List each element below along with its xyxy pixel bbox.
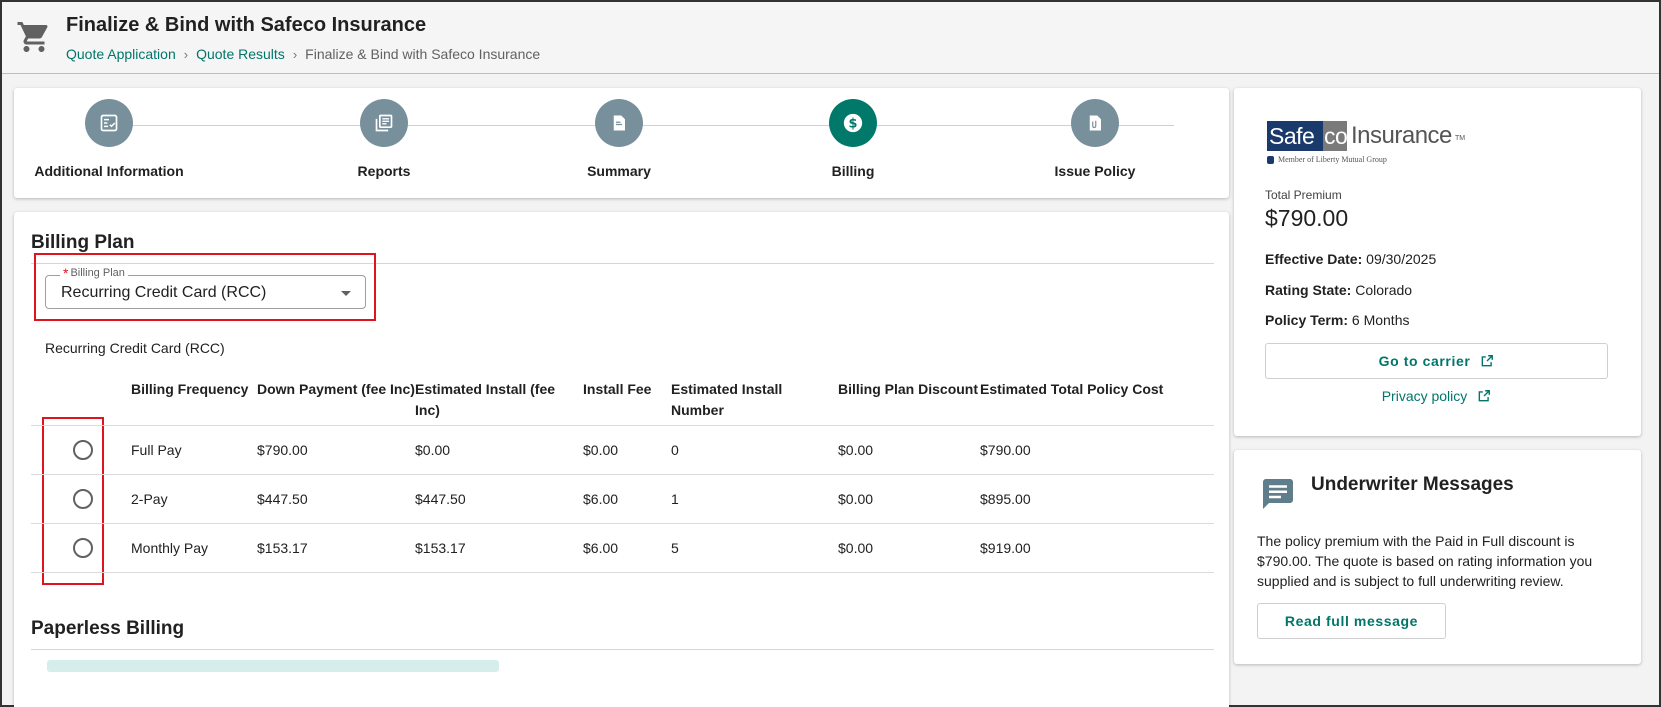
table-cell: $0.00 — [415, 424, 583, 474]
column-header: Estimated Install Number — [671, 381, 783, 418]
step-billing[interactable]: $ Billing — [753, 99, 953, 179]
table-cell: $447.50 — [257, 473, 415, 523]
underwriter-message-text: The policy premium with the Paid in Full… — [1257, 533, 1593, 589]
table-cell: $153.17 — [415, 522, 583, 573]
svg-text:$: $ — [849, 117, 858, 132]
read-full-message-button[interactable]: Read full message — [1257, 603, 1446, 639]
column-header: Estimated Install (fee Inc) — [415, 381, 556, 418]
paperless-billing-title: Paperless Billing — [31, 618, 185, 639]
column-header-select — [31, 371, 131, 425]
select-value: Recurring Credit Card (RCC) — [61, 284, 267, 301]
table-cell: 0 — [671, 424, 838, 474]
table-cell: $6.00 — [583, 473, 671, 523]
table-cell: 5 — [671, 522, 838, 573]
step-summary[interactable]: Summary — [519, 99, 719, 179]
column-header: Down Payment (fee Inc) — [257, 381, 415, 397]
breadcrumb-current: Finalize & Bind with Safeco Insurance — [305, 46, 541, 62]
table-cell: 1 — [671, 473, 838, 523]
table-cell: Monthly Pay — [131, 522, 257, 573]
caret-down-icon — [341, 291, 351, 296]
policy-term: Policy Term: 6 Months — [1265, 312, 1410, 328]
page-title: Finalize & Bind with Safeco Insurance — [66, 14, 427, 36]
radio-full-pay[interactable] — [73, 439, 93, 460]
table-row: Monthly Pay $153.17 $153.17 $6.00 5 $0.0… — [31, 522, 1214, 573]
table-cell: $153.17 — [257, 522, 415, 573]
column-header: Install Fee — [583, 381, 652, 397]
step-additional-information[interactable]: Additional Information — [9, 99, 209, 179]
document-icon — [595, 99, 643, 147]
radio-2-pay[interactable] — [73, 488, 93, 509]
underwriter-messages-title: Underwriter Messages — [1311, 474, 1514, 495]
billing-card: Billing Plan * Billing Plan Recurring Cr… — [14, 212, 1229, 707]
external-link-icon — [1482, 355, 1494, 367]
column-header: Billing Plan Discount — [838, 381, 979, 397]
safeco-logo: Safe co Insurance TM Member of Liberty M… — [1267, 121, 1467, 171]
page-header: Finalize & Bind with Safeco Insurance Qu… — [2, 2, 1659, 74]
billing-options-table: Billing Frequency Down Payment (fee Inc)… — [31, 371, 1214, 573]
table-cell: $895.00 — [980, 473, 1214, 523]
table-cell: $790.00 — [257, 424, 415, 474]
radio-monthly-pay[interactable] — [73, 537, 93, 558]
rating-state: Rating State: Colorado — [1265, 282, 1413, 298]
step-label: Reports — [357, 163, 411, 179]
stepper: Additional Information Reports Summary $… — [14, 88, 1229, 198]
required-asterisk: * — [63, 264, 69, 281]
step-label: Summary — [587, 163, 651, 179]
paperless-option-strip — [47, 660, 499, 672]
total-premium-value: $790.00 — [1265, 205, 1349, 231]
table-header-row: Billing Frequency Down Payment (fee Inc)… — [31, 371, 1214, 425]
step-reports[interactable]: Reports — [284, 99, 484, 179]
table-cell: $447.50 — [415, 473, 583, 523]
divider — [31, 649, 1214, 650]
table-cell: $0.00 — [583, 424, 671, 474]
step-issue-policy[interactable]: Issue Policy — [995, 99, 1195, 179]
checklist-icon — [85, 99, 133, 147]
step-label: Billing — [831, 163, 875, 179]
message-icon — [1263, 479, 1293, 509]
billing-plan-title: Billing Plan — [31, 232, 135, 253]
logo-co: co — [1324, 123, 1348, 149]
step-label: Issue Policy — [1054, 163, 1136, 179]
table-cell: $0.00 — [838, 424, 980, 474]
plan-subtitle: Recurring Credit Card (RCC) — [45, 340, 225, 356]
logo-tm: TM — [1455, 135, 1466, 142]
table-cell: $0.00 — [838, 473, 980, 523]
table-cell: 2-Pay — [131, 473, 257, 523]
shopping-cart-icon — [17, 22, 48, 52]
total-premium-label: Total Premium — [1265, 188, 1342, 202]
chevron-right-icon: › — [292, 46, 298, 62]
table-cell: $790.00 — [980, 424, 1214, 474]
privacy-policy-link[interactable]: Privacy policy — [1265, 384, 1608, 408]
table-cell: Full Pay — [131, 424, 257, 474]
breadcrumb-quote-application[interactable]: Quote Application — [66, 46, 176, 62]
external-link-icon — [1478, 390, 1491, 402]
chevron-right-icon: › — [183, 46, 189, 62]
logo-insurance: Insurance — [1351, 122, 1452, 149]
select-label: * Billing Plan — [60, 264, 128, 281]
dollar-icon: $ — [829, 99, 877, 147]
column-header: Estimated Total Policy Cost — [980, 381, 1164, 397]
billing-plan-select[interactable]: * Billing Plan Recurring Credit Card (RC… — [45, 266, 366, 309]
underwriter-messages-card: Underwriter Messages The policy premium … — [1234, 450, 1641, 664]
reports-icon — [360, 99, 408, 147]
logo-member: Member of Liberty Mutual Group — [1267, 155, 1387, 164]
attachment-document-icon — [1071, 99, 1119, 147]
table-cell: $919.00 — [980, 522, 1214, 573]
effective-date: Effective Date: 09/30/2025 — [1265, 251, 1437, 267]
table-row: Full Pay $790.00 $0.00 $0.00 0 $0.00 $79… — [31, 424, 1214, 474]
liberty-mutual-icon — [1267, 155, 1274, 164]
table-row: 2-Pay $447.50 $447.50 $6.00 1 $0.00 $895… — [31, 473, 1214, 523]
carrier-card: Safe co Insurance TM Member of Liberty M… — [1234, 88, 1641, 436]
step-label: Additional Information — [34, 163, 184, 179]
table-cell: $6.00 — [583, 522, 671, 573]
column-header: Billing Frequency — [131, 381, 249, 397]
breadcrumb-quote-results[interactable]: Quote Results — [196, 46, 285, 62]
breadcrumb: Quote Application › Quote Results › Fina… — [66, 46, 540, 62]
go-to-carrier-button[interactable]: Go to carrier — [1265, 343, 1608, 379]
table-cell: $0.00 — [838, 522, 980, 573]
